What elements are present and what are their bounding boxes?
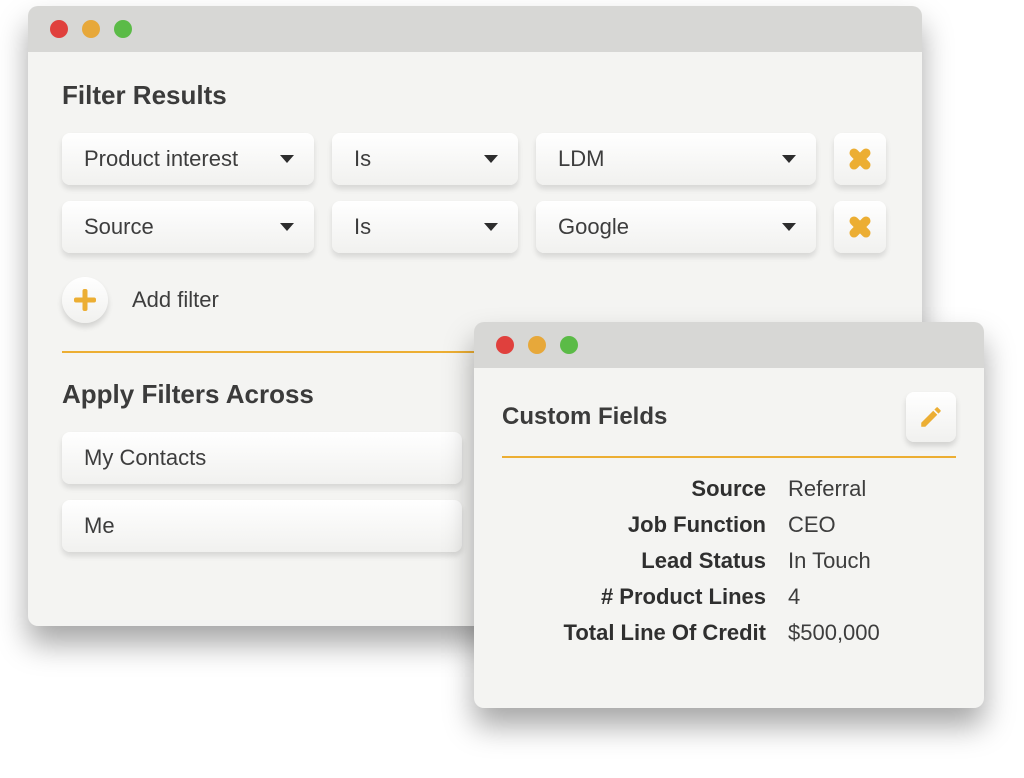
window-minimize-button[interactable] (528, 336, 546, 354)
custom-field-label: Lead Status (502, 548, 788, 574)
chevron-down-icon (280, 155, 294, 163)
filter-value-label: Google (558, 214, 629, 240)
custom-fields-title: Custom Fields (502, 403, 667, 431)
chevron-down-icon (484, 155, 498, 163)
custom-fields-header: Custom Fields (502, 392, 956, 442)
filter-row: Source Is Google (62, 201, 888, 253)
add-filter-button[interactable]: Add filter (62, 277, 888, 323)
filter-operator-select[interactable]: Is (332, 133, 518, 185)
filter-value-select[interactable]: LDM (536, 133, 816, 185)
apply-target-item[interactable]: My Contacts (62, 432, 462, 484)
remove-filter-button[interactable] (834, 133, 886, 185)
custom-field-value: In Touch (788, 548, 871, 574)
filter-operator-select[interactable]: Is (332, 201, 518, 253)
edit-custom-fields-button[interactable] (906, 392, 956, 442)
filter-results-title: Filter Results (62, 80, 888, 111)
filter-field-label: Source (84, 214, 154, 240)
chevron-down-icon (782, 223, 796, 231)
titlebar (474, 322, 984, 368)
remove-filter-button[interactable] (834, 201, 886, 253)
custom-field-row: Lead Status In Touch (502, 548, 956, 574)
apply-target-item[interactable]: Me (62, 500, 462, 552)
chevron-down-icon (280, 223, 294, 231)
custom-field-row: Job Function CEO (502, 512, 956, 538)
filter-field-select[interactable]: Source (62, 201, 314, 253)
custom-field-row: Total Line Of Credit $500,000 (502, 620, 956, 646)
custom-field-label: Total Line Of Credit (502, 620, 788, 646)
custom-field-value: CEO (788, 512, 836, 538)
apply-target-label: My Contacts (84, 445, 206, 471)
chevron-down-icon (484, 223, 498, 231)
custom-field-label: Job Function (502, 512, 788, 538)
chevron-down-icon (782, 155, 796, 163)
custom-field-label: # Product Lines (502, 584, 788, 610)
plus-icon (74, 289, 96, 311)
add-filter-label: Add filter (132, 287, 219, 313)
titlebar (28, 6, 922, 52)
window-zoom-button[interactable] (114, 20, 132, 38)
filter-value-label: LDM (558, 146, 604, 172)
custom-field-row: Source Referral (502, 476, 956, 502)
filter-field-select[interactable]: Product interest (62, 133, 314, 185)
custom-field-label: Source (502, 476, 788, 502)
filter-value-select[interactable]: Google (536, 201, 816, 253)
apply-target-label: Me (84, 513, 115, 539)
window-close-button[interactable] (50, 20, 68, 38)
filter-field-label: Product interest (84, 146, 238, 172)
add-circle (62, 277, 108, 323)
custom-field-value: 4 (788, 584, 800, 610)
custom-fields-window: Custom Fields Source Referral Job Functi… (474, 322, 984, 708)
section-divider (502, 456, 956, 458)
filter-operator-label: Is (354, 214, 371, 240)
custom-field-value: Referral (788, 476, 866, 502)
window-minimize-button[interactable] (82, 20, 100, 38)
custom-fields-content: Custom Fields Source Referral Job Functi… (474, 368, 984, 646)
custom-field-value: $500,000 (788, 620, 880, 646)
custom-field-row: # Product Lines 4 (502, 584, 956, 610)
window-close-button[interactable] (496, 336, 514, 354)
close-icon (847, 214, 873, 240)
filter-row: Product interest Is LDM (62, 133, 888, 185)
filter-operator-label: Is (354, 146, 371, 172)
pencil-icon (918, 404, 944, 430)
close-icon (847, 146, 873, 172)
window-zoom-button[interactable] (560, 336, 578, 354)
